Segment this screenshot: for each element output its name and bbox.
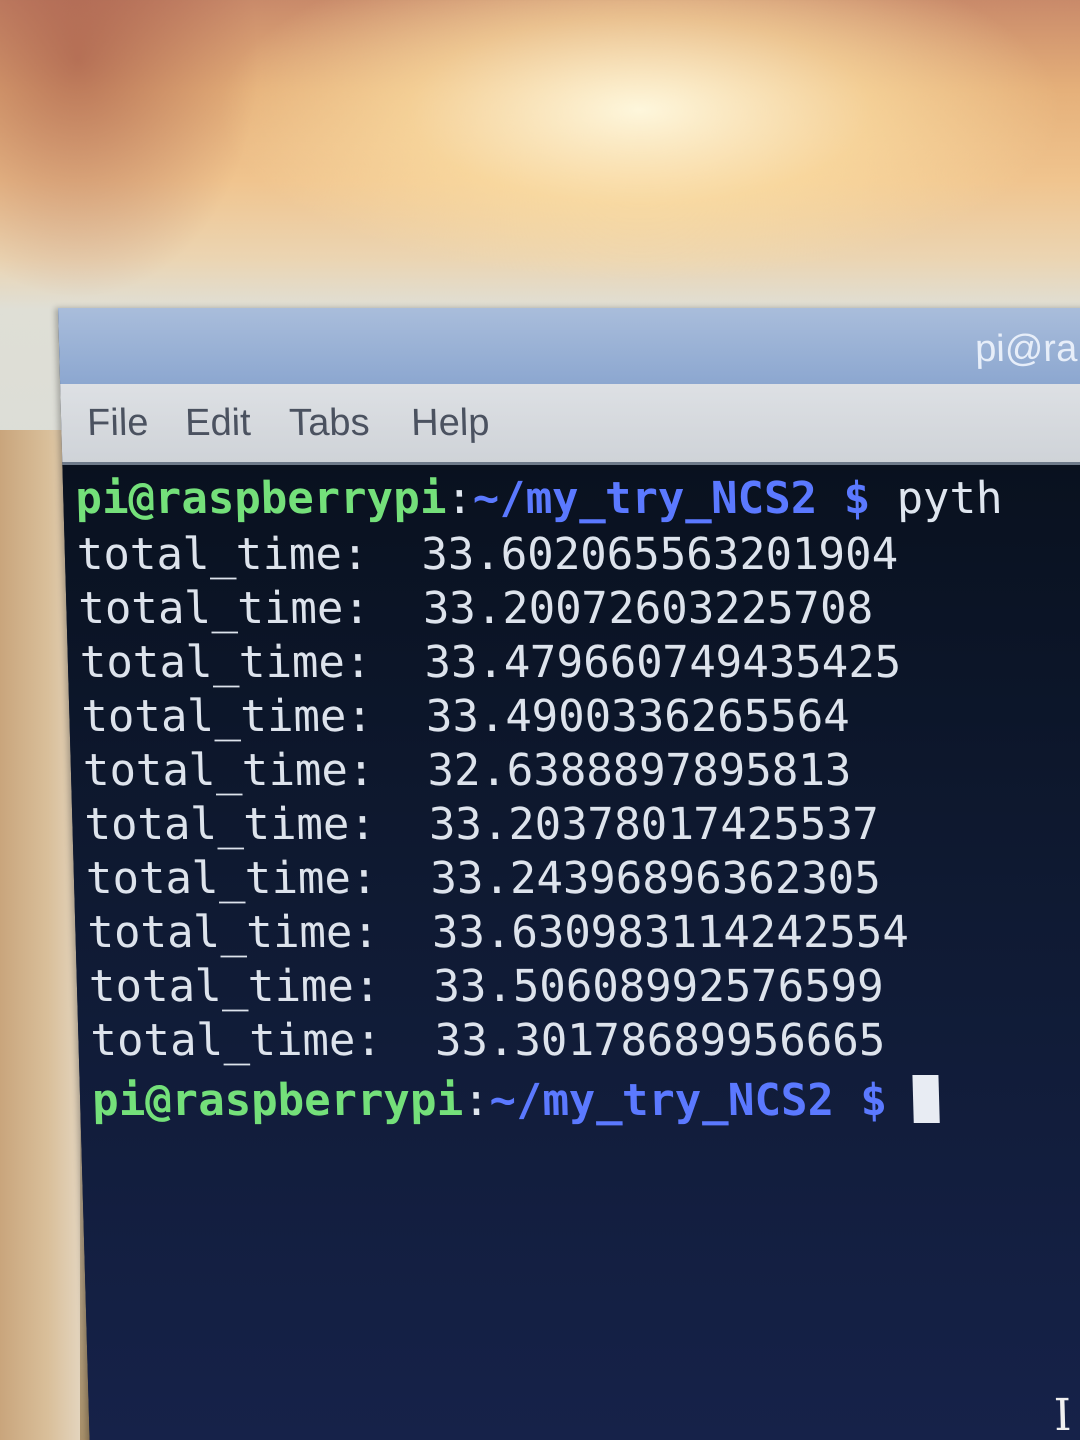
prompt-dollar: $ bbox=[833, 1075, 915, 1126]
output-line: total_time: 33.630983114242554 bbox=[87, 907, 910, 958]
output-label: total_time: bbox=[79, 637, 373, 688]
menu-bar: File Edit Tabs Help bbox=[60, 384, 1080, 465]
terminal-window: pi@ra File Edit Tabs Help pi@raspberrypi… bbox=[58, 308, 1080, 1440]
menu-help[interactable]: Help bbox=[411, 402, 490, 445]
output-line: total_time: 33.20378017425537 bbox=[84, 799, 880, 850]
prompt-line: pi@raspberrypi:~/my_try_NCS2 $ bbox=[91, 1075, 940, 1126]
output-value: 33.479660749435425 bbox=[423, 637, 902, 688]
output-label: total_time: bbox=[76, 529, 370, 580]
menu-file[interactable]: File bbox=[87, 402, 149, 445]
output-label: total_time: bbox=[88, 961, 382, 1012]
output-value: 33.24396896362305 bbox=[429, 853, 882, 904]
command-text: pyth bbox=[895, 473, 1004, 524]
prompt-line: pi@raspberrypi:~/my_try_NCS2 $ pyth bbox=[75, 473, 1004, 524]
prompt-user-host: pi@raspberrypi bbox=[91, 1075, 464, 1126]
title-bar[interactable]: pi@ra bbox=[58, 308, 1080, 384]
menu-edit[interactable]: Edit bbox=[185, 402, 252, 445]
output-line: total_time: 33.50608992576599 bbox=[88, 961, 884, 1012]
output-value: 32.6388897895813 bbox=[426, 745, 852, 796]
output-line: total_time: 33.24396896362305 bbox=[85, 853, 881, 904]
output-value: 33.4900336265564 bbox=[425, 691, 851, 742]
output-label: total_time: bbox=[85, 853, 379, 904]
prompt-colon: : bbox=[445, 473, 474, 524]
prompt-path: ~/my_try_NCS2 bbox=[471, 473, 818, 524]
output-value: 33.630983114242554 bbox=[431, 907, 910, 958]
output-label: total_time: bbox=[80, 691, 374, 742]
output-label: total_time: bbox=[89, 1015, 383, 1066]
menu-tabs[interactable]: Tabs bbox=[289, 402, 370, 445]
prompt-dollar: $ bbox=[816, 473, 898, 524]
output-value: 33.602065563201904 bbox=[420, 529, 899, 580]
output-label: total_time: bbox=[77, 583, 371, 634]
output-label: total_time: bbox=[83, 799, 377, 850]
output-value: 33.50608992576599 bbox=[432, 961, 885, 1012]
ibeam-pointer-icon: I bbox=[1053, 1390, 1073, 1440]
output-label: total_time: bbox=[82, 745, 376, 796]
prompt-user-host: pi@raspberrypi bbox=[74, 473, 447, 524]
output-line: total_time: 33.4900336265564 bbox=[81, 691, 851, 742]
output-value: 33.20378017425537 bbox=[428, 799, 880, 850]
output-line: total_time: 33.30178689956665 bbox=[90, 1015, 886, 1066]
output-value: 33.20072603225708 bbox=[422, 583, 874, 634]
output-line: total_time: 33.479660749435425 bbox=[79, 637, 902, 688]
terminal-output[interactable]: pi@raspberrypi:~/my_try_NCS2 $ pyth tota… bbox=[62, 465, 1080, 1440]
prompt-path: ~/my_try_NCS2 bbox=[488, 1075, 835, 1126]
photo-background-glow bbox=[0, 0, 260, 300]
text-cursor-icon bbox=[912, 1075, 940, 1123]
output-line: total_time: 33.20072603225708 bbox=[78, 583, 874, 634]
output-line: total_time: 32.6388897895813 bbox=[82, 745, 852, 796]
prompt-colon: : bbox=[462, 1075, 491, 1126]
output-label: total_time: bbox=[86, 907, 380, 958]
output-value: 33.30178689956665 bbox=[434, 1015, 886, 1066]
output-line: total_time: 33.602065563201904 bbox=[76, 529, 899, 580]
window-title: pi@ra bbox=[974, 328, 1078, 370]
